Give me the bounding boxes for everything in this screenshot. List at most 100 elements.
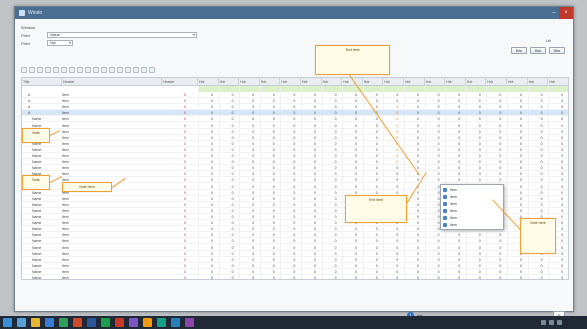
column-header-period[interactable]: Hdr [507, 78, 528, 86]
table-row[interactable]: NameItem0000000000000000000 [22, 257, 568, 263]
taskbar-app-icon[interactable] [73, 318, 82, 327]
close-icon[interactable]: × [559, 7, 573, 19]
taskbar-app-icon[interactable] [185, 318, 194, 327]
toolbar-icon[interactable] [29, 67, 35, 73]
table-row[interactable]: NameItem0000000000000000000 [22, 123, 568, 129]
column-header-period[interactable]: Hdr [486, 78, 507, 86]
column-header-period[interactable]: Hdr [219, 78, 240, 86]
table-row[interactable]: NameItem0000000000000000000 [22, 147, 568, 153]
data-grid[interactable]: Title Header Header Hdr Hdr Hdr Hdr Hdr Hdr Hdr Hd… [21, 77, 569, 280]
table-row[interactable]: NameItem0000000000000000000 [22, 232, 568, 239]
table-row[interactable]: NameItem0000000000000000000 [22, 129, 568, 135]
period-cell: 0 [252, 202, 255, 207]
context-menu-item[interactable]: Item [441, 221, 503, 228]
column-header-period[interactable]: Hdr [363, 78, 384, 86]
row-name: A [28, 105, 31, 110]
column-header-period[interactable]: Hdr [239, 78, 260, 86]
table-row[interactable]: AItem0000000000000000000 [22, 110, 568, 117]
taskbar-app-icon[interactable] [115, 318, 124, 327]
table-row[interactable]: NameItem0000000000000000000 [22, 165, 568, 172]
taskbar-app-icon[interactable] [45, 318, 54, 327]
taskbar-app-icon[interactable] [101, 318, 110, 327]
context-menu-item[interactable]: Item [441, 193, 503, 200]
tray-icon[interactable] [557, 320, 562, 325]
column-header-period[interactable]: Hdr [425, 78, 446, 86]
column-header-period[interactable]: Hdr [301, 78, 322, 86]
taskbar-app-icon[interactable] [17, 318, 26, 327]
toolbar-icon[interactable] [141, 67, 147, 73]
minimize-icon[interactable]: – [549, 7, 559, 19]
column-header-second[interactable]: Header [62, 78, 162, 86]
taskbar-app-icon[interactable] [143, 318, 152, 327]
toolbar-icon[interactable] [37, 67, 43, 73]
column-header-first[interactable]: Title [22, 78, 62, 86]
period-cell: 0 [314, 99, 316, 104]
taskbar-app-icon[interactable] [87, 318, 96, 327]
taskbar-app-icon[interactable] [129, 318, 138, 327]
tray-icon[interactable] [549, 320, 554, 325]
period-cell: 0 [252, 160, 255, 165]
context-menu-item[interactable]: Item [441, 207, 503, 214]
table-row[interactable]: NameItem0000000000000000000 [22, 251, 568, 257]
taskbar-app-icon[interactable] [157, 318, 166, 327]
column-header-period[interactable]: Hdr [445, 78, 466, 86]
period-cell: 0 [478, 154, 481, 158]
column-header-period[interactable]: Hdr [322, 78, 343, 86]
table-row[interactable]: NameItem0000000000000000000 [22, 171, 568, 178]
tray-icon[interactable] [541, 320, 546, 325]
table-row[interactable]: NameItem0000000000000000000 [22, 153, 568, 159]
column-header-period[interactable]: Hdr [260, 78, 281, 86]
table-row[interactable]: NameItem0000000000000000000 [22, 275, 568, 279]
toolbar-icon[interactable] [21, 67, 27, 73]
context-menu-item[interactable]: Item [441, 186, 503, 193]
toolbar-icon[interactable] [109, 67, 115, 73]
table-row[interactable]: AItem0000000000000000000 [22, 104, 568, 111]
table-row[interactable]: NameItem0000000000000000000 [22, 116, 568, 123]
table-row[interactable]: NameItem0000000000000000000 [22, 245, 568, 251]
table-row[interactable]: NameItem0000000000000000000 [22, 238, 568, 245]
action-button-3[interactable]: Btn [548, 47, 565, 54]
period-cell: 0 [520, 172, 522, 177]
toolbar-icon[interactable] [69, 67, 75, 73]
taskbar-app-icon[interactable] [59, 318, 68, 327]
column-header-period[interactable]: Hdr [548, 78, 568, 86]
period-cell: 0 [499, 105, 502, 110]
column-header-period[interactable]: Hdr [280, 78, 301, 86]
table-row[interactable]: AItem0000000000000000000 [22, 92, 568, 98]
column-header-period[interactable]: Hdr [198, 78, 219, 86]
toolbar-icon[interactable] [101, 67, 107, 73]
column-header-period[interactable]: Hdr [528, 78, 549, 86]
toolbar-icon[interactable] [45, 67, 51, 73]
taskbar-app-icon[interactable] [31, 318, 40, 327]
table-row[interactable]: NameItem0000000000000000000 [22, 141, 568, 147]
toolbar-icon[interactable] [93, 67, 99, 73]
context-menu-item[interactable]: Item [441, 214, 503, 221]
toolbar-icon[interactable] [85, 67, 91, 73]
action-button-1[interactable]: Btn [510, 47, 527, 54]
period-cell: 0 [375, 227, 378, 232]
action-button-2[interactable]: Btn [529, 47, 546, 54]
row-name: Name [32, 227, 42, 232]
toolbar-icon[interactable] [117, 67, 123, 73]
taskbar-app-icon[interactable] [171, 318, 180, 327]
toolbar-icon[interactable] [125, 67, 131, 73]
start-icon[interactable] [3, 318, 12, 327]
column-header-third[interactable]: Header [162, 78, 198, 86]
field2-combo[interactable]: Val ▾ [47, 40, 73, 46]
table-row[interactable]: NameItem0000000000000000000 [22, 263, 568, 269]
toolbar-icon[interactable] [149, 67, 155, 73]
column-header-period[interactable]: Hdr [383, 78, 404, 86]
table-row[interactable]: NameItem0000000000000000000 [22, 135, 568, 141]
toolbar-icon[interactable] [53, 67, 59, 73]
field1-combo[interactable]: Value ▾ [47, 32, 197, 38]
toolbar-icon[interactable] [61, 67, 67, 73]
table-row[interactable]: AItem0000000000000000000 [22, 98, 568, 105]
table-row[interactable]: NameItem0000000000000000000 [22, 269, 568, 275]
period-cell: 0 [561, 202, 564, 207]
column-header-period[interactable]: Hdr [466, 78, 487, 86]
column-header-period[interactable]: Hdr [404, 78, 425, 86]
table-row[interactable]: NameItem0000000000000000000 [22, 159, 568, 166]
toolbar-icon[interactable] [133, 67, 139, 73]
toolbar-icon[interactable] [77, 67, 83, 73]
period-cell: 0 [231, 257, 234, 262]
